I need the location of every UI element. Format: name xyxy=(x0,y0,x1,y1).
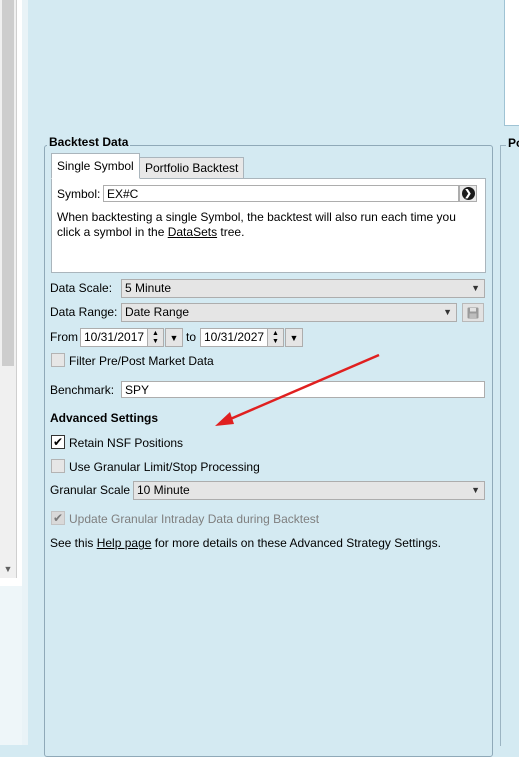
annotation-arrow-icon xyxy=(215,353,380,426)
